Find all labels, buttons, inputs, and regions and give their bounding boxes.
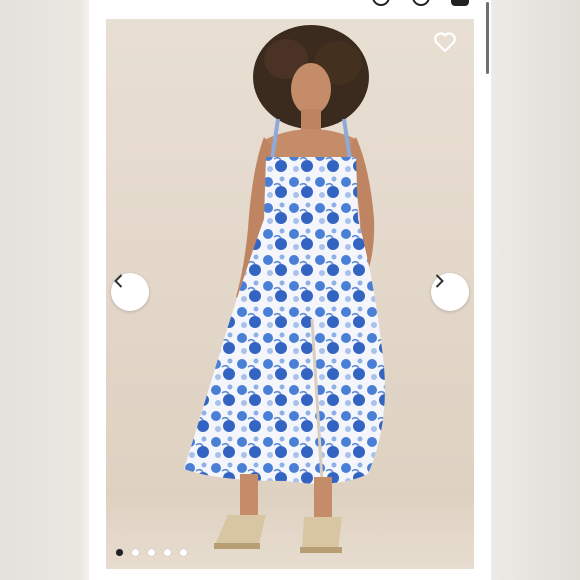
- product-photo: [106, 25, 474, 569]
- bag-icon[interactable]: [451, 0, 469, 6]
- chevron-left-icon: [114, 274, 123, 288]
- favorite-button[interactable]: [433, 31, 459, 57]
- carousel-dot-2[interactable]: [132, 549, 139, 556]
- carousel-dot-5[interactable]: [180, 549, 187, 556]
- top-navigation-bar: [89, 0, 491, 18]
- next-image-button[interactable]: [431, 273, 469, 311]
- account-icon[interactable]: [412, 0, 430, 6]
- carousel-dot-4[interactable]: [164, 549, 171, 556]
- scrollbar-thumb[interactable]: [486, 2, 489, 74]
- previous-image-button[interactable]: [111, 273, 149, 311]
- carousel-pagination: [116, 549, 187, 557]
- product-page: [89, 0, 491, 580]
- heart-outline-icon: [434, 32, 456, 53]
- product-image-carousel[interactable]: [106, 19, 474, 569]
- search-icon[interactable]: [372, 0, 390, 6]
- carousel-dot-3[interactable]: [148, 549, 155, 556]
- carousel-dot-1[interactable]: [116, 549, 123, 556]
- scrollbar[interactable]: [485, 0, 491, 76]
- chevron-right-icon: [435, 274, 444, 288]
